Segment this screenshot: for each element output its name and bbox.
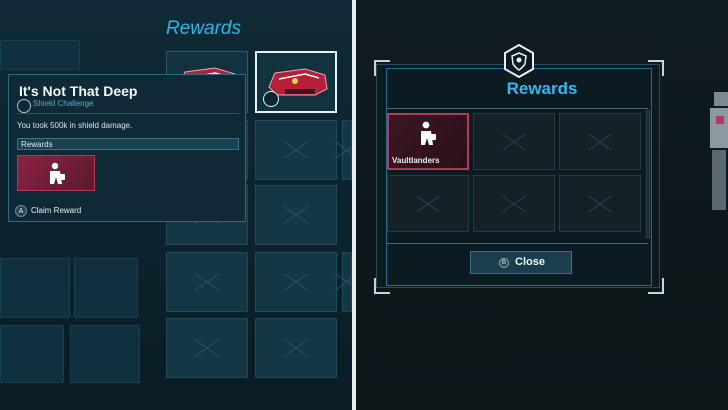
- empty-reward-slot[interactable]: [387, 175, 469, 232]
- empty-slot[interactable]: [166, 252, 248, 312]
- close-button-label: Close: [515, 256, 545, 268]
- reward-slot-label: Vaultlanders: [392, 156, 440, 165]
- empty-slot[interactable]: [255, 252, 337, 312]
- reward-tile[interactable]: [17, 155, 95, 191]
- shield-icon: [17, 99, 31, 113]
- empty-slot[interactable]: [255, 120, 337, 180]
- background-item: [74, 258, 138, 318]
- challenge-popup: It's Not That Deep Shield Challenge You …: [8, 74, 246, 222]
- modal-corner: [374, 278, 390, 294]
- rewards-scrollbar[interactable]: [646, 110, 650, 238]
- empty-slot[interactable]: [342, 252, 352, 312]
- empty-slot[interactable]: [255, 185, 337, 245]
- reward-item-slot-selected[interactable]: [255, 51, 337, 113]
- rewards-title: Rewards: [506, 79, 578, 98]
- background-robot: [710, 92, 728, 210]
- empty-reward-slot[interactable]: [559, 113, 641, 170]
- empty-reward-slot[interactable]: [473, 175, 555, 232]
- empty-reward-slot[interactable]: [473, 113, 555, 170]
- left-screen: Rewards It's Not That Deep Shield Challe…: [0, 0, 352, 410]
- close-button[interactable]: B Close: [470, 251, 572, 274]
- a-button-icon[interactable]: A: [15, 205, 27, 217]
- modal-corner: [374, 60, 390, 76]
- empty-slot[interactable]: [255, 318, 337, 378]
- shield-badge-icon: [263, 91, 279, 107]
- challenge-title: It's Not That Deep: [19, 83, 138, 99]
- background-item: [70, 325, 140, 383]
- background-item: [0, 40, 80, 70]
- challenge-category: Shield Challenge: [33, 99, 94, 108]
- empty-slot[interactable]: [166, 318, 248, 378]
- rewards-header: Rewards: [17, 138, 239, 150]
- right-screen: Rewards Vaultlanders B Close: [356, 0, 728, 410]
- modal-corner: [648, 278, 664, 294]
- background-rewards-title: Rewards: [166, 18, 241, 39]
- rewards-label: Rewards: [21, 140, 53, 149]
- background-item: [0, 325, 64, 383]
- divider: [17, 113, 239, 114]
- modal-corner: [648, 60, 664, 76]
- claim-reward-button[interactable]: Claim Reward: [31, 206, 81, 215]
- empty-reward-slot[interactable]: [559, 175, 641, 232]
- background-item: [0, 258, 70, 318]
- person-icon: [421, 121, 436, 145]
- person-icon: [50, 162, 65, 184]
- shield-emblem-icon: [504, 44, 534, 78]
- empty-slot[interactable]: [342, 120, 352, 180]
- challenge-description: You took 500k in shield damage.: [17, 121, 133, 130]
- reward-slot-vaultlanders[interactable]: Vaultlanders: [387, 113, 469, 170]
- b-button-icon: B: [499, 258, 509, 268]
